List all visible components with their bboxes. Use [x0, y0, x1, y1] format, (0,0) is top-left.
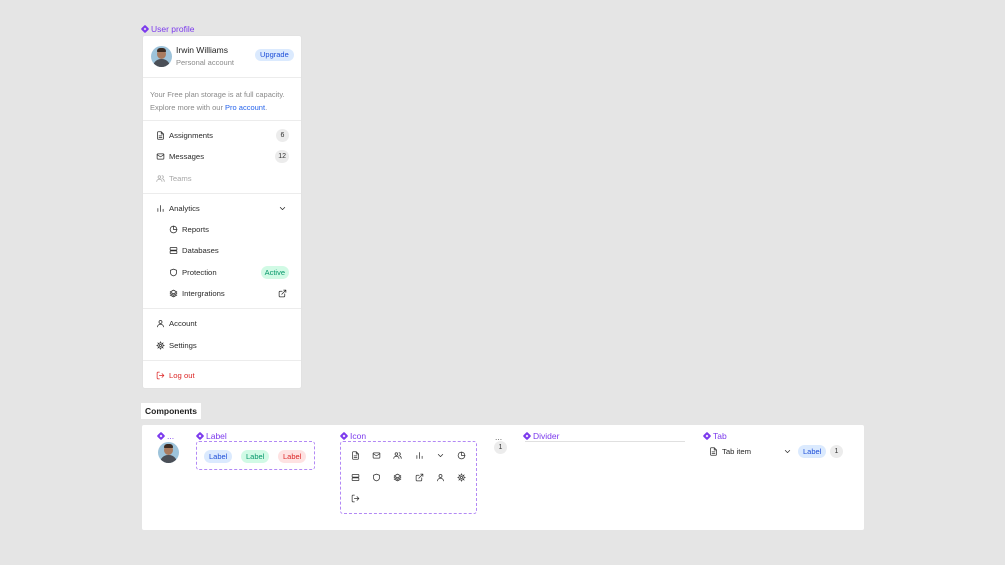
- user-icon: [156, 319, 165, 328]
- upgrade-button[interactable]: Upgrade: [255, 49, 294, 61]
- nav-item-account[interactable]: Account: [143, 313, 301, 334]
- storage-notice: Your Free plan storage is at full capaci…: [143, 78, 301, 121]
- nav-item-label: Messages: [169, 152, 205, 162]
- shield-icon: [169, 268, 178, 277]
- pie-chart-icon: [169, 225, 178, 234]
- tab-component-tag: Tab: [702, 431, 727, 441]
- label-pill-blue: Label: [798, 445, 827, 458]
- nav-item-assignments[interactable]: Assignments 6: [143, 125, 301, 146]
- shield-icon: [372, 473, 381, 482]
- nav-item-label: Protection: [182, 267, 217, 277]
- gear-icon: [457, 473, 466, 482]
- gear-icon: [156, 341, 165, 350]
- components-panel: ... Label Label Label Label Icon ... 1 D…: [142, 425, 864, 530]
- nav-item-label: Teams: [169, 173, 192, 183]
- avatar[interactable]: [158, 442, 179, 463]
- pie-chart-icon: [457, 451, 466, 460]
- nav-item-label: Reports: [182, 225, 209, 235]
- nav-item-integrations[interactable]: Intergrations: [143, 283, 301, 304]
- users-icon: [156, 174, 165, 183]
- avatar-component-tag: ...: [156, 431, 174, 441]
- tab-item-label: Tab item: [722, 447, 752, 456]
- bar-chart-icon: [415, 451, 424, 460]
- label-variants: Label Label Label: [196, 441, 315, 470]
- mail-icon: [156, 152, 165, 161]
- external-link-icon[interactable]: [278, 289, 287, 298]
- nav-item-label: Databases: [182, 246, 219, 256]
- label-pill-blue: Label: [204, 450, 233, 463]
- count-badge: 1: [830, 445, 843, 458]
- profile-header: Irwin Williams Personal account Upgrade: [143, 36, 301, 78]
- logout-icon: [156, 371, 165, 380]
- nav-item-teams[interactable]: Teams: [143, 168, 301, 189]
- nav-item-messages[interactable]: Messages 12: [143, 146, 301, 167]
- database-icon: [351, 473, 360, 482]
- account-type: Personal account: [176, 58, 234, 67]
- status-badge: Active: [260, 265, 289, 279]
- chevron-down-icon: [436, 451, 445, 460]
- account-nav: Account Settings: [143, 309, 301, 361]
- database-icon: [169, 246, 178, 255]
- main-nav: Assignments 6 Messages 12 Teams: [143, 121, 301, 194]
- logout-label: Log out: [169, 370, 195, 380]
- count-badge: 12: [275, 150, 289, 164]
- nav-item-label: Settings: [169, 340, 197, 350]
- analytics-nav: Analytics Reports Databases Protection A…: [143, 194, 301, 310]
- user-icon: [436, 473, 445, 482]
- document-icon: [709, 447, 718, 456]
- mail-icon: [372, 451, 381, 460]
- logout-icon: [351, 494, 360, 503]
- document-icon: [351, 451, 360, 460]
- layers-icon: [393, 473, 402, 482]
- components-section-title: Components: [141, 403, 201, 419]
- users-icon: [393, 451, 402, 460]
- user-profile-component-tag: User profile: [140, 24, 194, 34]
- nav-item-label: Intergrations: [182, 289, 225, 299]
- label-component-tag: Label: [195, 431, 227, 441]
- nav-item-protection[interactable]: Protection Active: [143, 262, 301, 283]
- user-name: Irwin Williams: [176, 45, 228, 55]
- component-icon: [522, 431, 532, 441]
- component-icon: [156, 431, 166, 441]
- avatar[interactable]: [151, 46, 172, 67]
- divider: [525, 441, 685, 442]
- external-link-icon: [415, 473, 424, 482]
- nav-item-reports[interactable]: Reports: [143, 219, 301, 240]
- component-icon: [140, 24, 150, 34]
- count-badge: 6: [276, 129, 289, 142]
- document-icon: [156, 131, 165, 140]
- divider-component-tag: Divider: [522, 431, 559, 441]
- bar-chart-icon: [156, 204, 165, 213]
- icon-set: [340, 441, 477, 514]
- nav-item-analytics[interactable]: Analytics: [143, 198, 301, 219]
- count-badge: 1: [494, 441, 507, 454]
- chevron-down-icon[interactable]: [783, 447, 792, 456]
- logout-button[interactable]: Log out: [143, 365, 301, 386]
- user-profile-card: Irwin Williams Personal account Upgrade …: [142, 35, 302, 389]
- icon-component-tag: Icon: [339, 431, 366, 441]
- nav-item-label: Analytics: [169, 203, 200, 213]
- nav-item-label: Account: [169, 319, 197, 329]
- component-icon: [702, 431, 712, 441]
- nav-item-databases[interactable]: Databases: [143, 240, 301, 261]
- label-pill-red: Label: [278, 450, 307, 463]
- pro-account-link[interactable]: Pro account: [225, 103, 265, 112]
- nav-item-label: Assignments: [169, 131, 214, 140]
- nav-item-settings[interactable]: Settings: [143, 335, 301, 356]
- component-icon: [339, 431, 349, 441]
- component-icon: [195, 431, 205, 441]
- chevron-down-icon[interactable]: [278, 204, 287, 213]
- layers-icon: [169, 289, 178, 298]
- logout-section: Log out: [143, 361, 301, 390]
- label-pill-green: Label: [241, 450, 270, 463]
